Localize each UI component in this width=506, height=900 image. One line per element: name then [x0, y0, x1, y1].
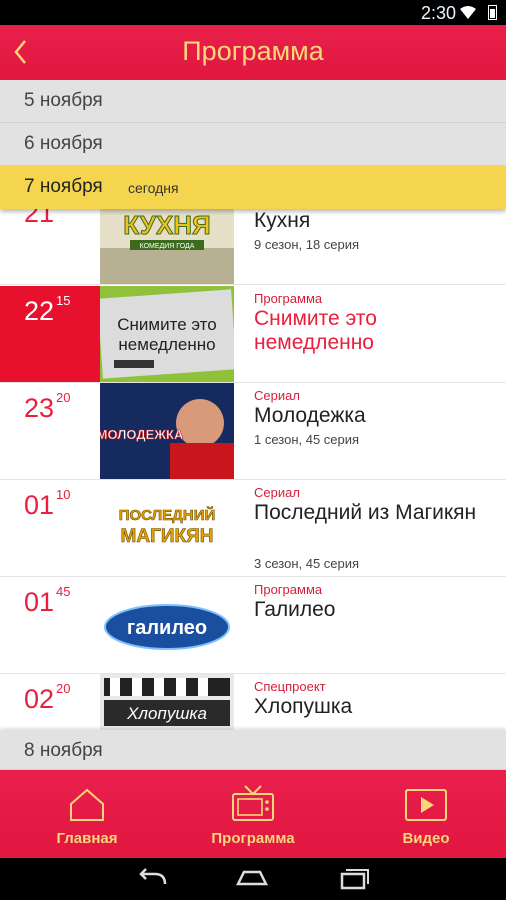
day-label: 6 ноября: [24, 133, 103, 154]
time-minute: 45: [56, 584, 71, 599]
today-badge: сегодня: [128, 180, 179, 196]
program-thumbnail: Снимите это немедленно: [100, 286, 234, 382]
program-list[interactable]: 21 КУХНЯ КОМЕДИЯ ГОДА Кухня 9 сезон, 18 …: [0, 208, 506, 730]
program-row[interactable]: 23 20 МОЛОДЕЖКА Сериал Молодежка 1 сезон…: [0, 383, 506, 480]
day-label: 8 ноября: [24, 740, 103, 761]
time-cell: 22 15: [0, 286, 100, 382]
program-category: Сериал: [254, 388, 300, 403]
wifi-icon: [460, 6, 476, 19]
time-cell: 02 20: [0, 674, 100, 730]
program-row[interactable]: 01 45 галилео Программа Галилео: [0, 577, 506, 674]
time-minute: 15: [56, 293, 71, 308]
thumb-text: Хлопушка: [126, 704, 207, 723]
time-cell: 21: [0, 208, 100, 284]
program-title: Последний из Магикян: [254, 501, 477, 524]
program-category: Сериал: [254, 485, 300, 500]
thumb-text: галилео: [127, 617, 207, 639]
thumb-text: ПОСЛЕДНИЙ: [119, 506, 216, 524]
bottom-navigation: Главная Программа Видео: [0, 770, 506, 858]
home-icon: [70, 788, 104, 821]
time-hour: 22: [24, 296, 55, 326]
play-icon: [405, 789, 447, 821]
thumb-text: МОЛОДЕЖКА: [100, 427, 184, 442]
program-title: Снимите это немедленно: [254, 307, 377, 354]
time-minute: 20: [56, 681, 71, 696]
day-header-8-nov[interactable]: 8 ноября: [0, 730, 506, 770]
program-row[interactable]: 01 10 ПОСЛЕДНИЙ МАГИКЯН Сериал Последний…: [0, 480, 506, 577]
program-category: Спецпроект: [254, 679, 326, 694]
program-category: Программа: [254, 582, 323, 597]
svg-text:немедленно: немедленно: [118, 335, 215, 354]
program-episode: 9 сезон, 18 серия: [254, 237, 360, 252]
thumb-subtext: КОМЕДИЯ ГОДА: [140, 243, 195, 250]
program-title: Кухня: [254, 209, 311, 232]
time-cell: 01 10: [0, 480, 100, 576]
day-label: 7 ноября: [24, 176, 103, 197]
program-thumbnail: МОЛОДЕЖКА: [100, 383, 234, 479]
nav-home[interactable]: Главная: [40, 770, 134, 858]
day-header-7-nov[interactable]: 7 ноября сегодня: [0, 166, 506, 209]
program-row[interactable]: 21 КУХНЯ КОМЕДИЯ ГОДА Кухня 9 сезон, 18 …: [0, 208, 506, 285]
svg-text:Снимите это: Снимите это: [117, 315, 216, 334]
program-title: Молодежка: [254, 404, 366, 427]
program-thumbnail: Хлопушка: [100, 674, 234, 730]
status-bar: 2:30: [0, 0, 506, 25]
time-minute: 10: [56, 487, 71, 502]
day-header-6-nov[interactable]: 6 ноября: [0, 123, 506, 166]
thumb-subtext: МАГИКЯН: [121, 526, 214, 547]
time-cell: 23 20: [0, 383, 100, 479]
day-label: 5 ноября: [24, 90, 103, 111]
battery-icon: [488, 5, 497, 20]
program-episode: 3 сезон, 45 серия: [254, 556, 360, 571]
app-bar: Программа: [0, 25, 506, 80]
time-hour: 23: [24, 393, 55, 423]
nav-label: Главная: [56, 830, 118, 847]
program-title: Хлопушка: [254, 695, 353, 718]
clock: 2:30: [420, 3, 456, 23]
time-hour: 01: [24, 490, 55, 520]
program-title: Галилео: [254, 598, 336, 621]
nav-label: Видео: [402, 830, 450, 847]
program-thumbnail: галилео: [100, 577, 234, 673]
time-hour: 02: [24, 684, 55, 714]
program-thumbnail: ПОСЛЕДНИЙ МАГИКЯН: [100, 480, 234, 576]
nav-program[interactable]: Программа: [200, 770, 306, 858]
system-home-icon[interactable]: [234, 866, 270, 892]
program-category: Программа: [254, 291, 323, 306]
time-hour: 01: [24, 587, 55, 617]
time-hour: 21: [24, 208, 55, 228]
tv-icon: [232, 785, 274, 821]
system-recents-icon[interactable]: [336, 866, 372, 892]
day-header-5-nov[interactable]: 5 ноября: [0, 80, 506, 123]
system-back-icon[interactable]: [135, 866, 171, 892]
page-title: Программа: [182, 36, 324, 66]
program-row[interactable]: 02 20 Хлопушка Спецпроект Хлопушка: [0, 674, 506, 730]
thumb-text: КУХНЯ: [123, 210, 211, 240]
nav-video[interactable]: Видео: [380, 770, 472, 858]
nav-label: Программа: [211, 830, 295, 847]
program-row-current[interactable]: 22 15 Снимите это немедленно Программа С…: [0, 286, 506, 383]
system-nav-bar: [0, 858, 506, 900]
time-cell: 01 45: [0, 577, 100, 673]
program-thumbnail: КУХНЯ КОМЕДИЯ ГОДА: [100, 208, 234, 284]
time-minute: 20: [56, 390, 71, 405]
program-episode: 1 сезон, 45 серия: [254, 432, 360, 447]
